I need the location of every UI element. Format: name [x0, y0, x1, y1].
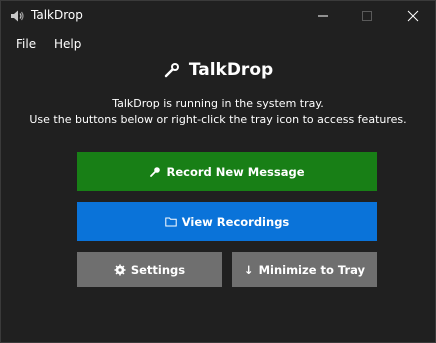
- minimize-button-label: Minimize to Tray: [258, 262, 366, 277]
- page-title: TalkDrop: [188, 60, 274, 80]
- settings-button-label: Settings: [130, 262, 186, 277]
- app-window: TalkDrop File Help TalkDrop TalkDrop is …: [0, 0, 436, 343]
- settings-button[interactable]: Settings: [77, 252, 222, 287]
- minimize-window-button[interactable]: [301, 1, 345, 31]
- record-new-message-button[interactable]: Record New Message: [77, 152, 377, 191]
- folder-icon: [165, 216, 177, 227]
- arrow-down-icon: ↓: [243, 262, 254, 277]
- microphone-icon: [163, 61, 181, 79]
- maximize-icon: [362, 11, 372, 21]
- minimize-to-tray-button[interactable]: ↓ Minimize to Tray: [232, 252, 377, 287]
- view-recordings-button[interactable]: View Recordings: [77, 202, 377, 241]
- microphone-icon: [149, 166, 161, 178]
- menu-file[interactable]: File: [16, 37, 36, 51]
- speaker-icon: [9, 8, 25, 24]
- gear-icon: [114, 264, 126, 276]
- menu-bar: File Help: [1, 32, 435, 56]
- record-button-label: Record New Message: [166, 164, 305, 179]
- description-line-1: TalkDrop is running in the system tray.: [112, 97, 324, 110]
- description-line-2: Use the buttons below or right-click the…: [29, 113, 407, 126]
- close-window-button[interactable]: [391, 1, 435, 31]
- maximize-window-button[interactable]: [345, 1, 389, 31]
- title-bar[interactable]: TalkDrop: [1, 1, 435, 31]
- close-icon: [407, 10, 419, 22]
- view-button-label: View Recordings: [181, 214, 290, 229]
- window-title: TalkDrop: [31, 8, 83, 22]
- description: TalkDrop is running in the system tray. …: [1, 96, 435, 128]
- minimize-icon: [318, 15, 328, 17]
- menu-help[interactable]: Help: [54, 37, 81, 51]
- app-header: TalkDrop: [1, 57, 435, 83]
